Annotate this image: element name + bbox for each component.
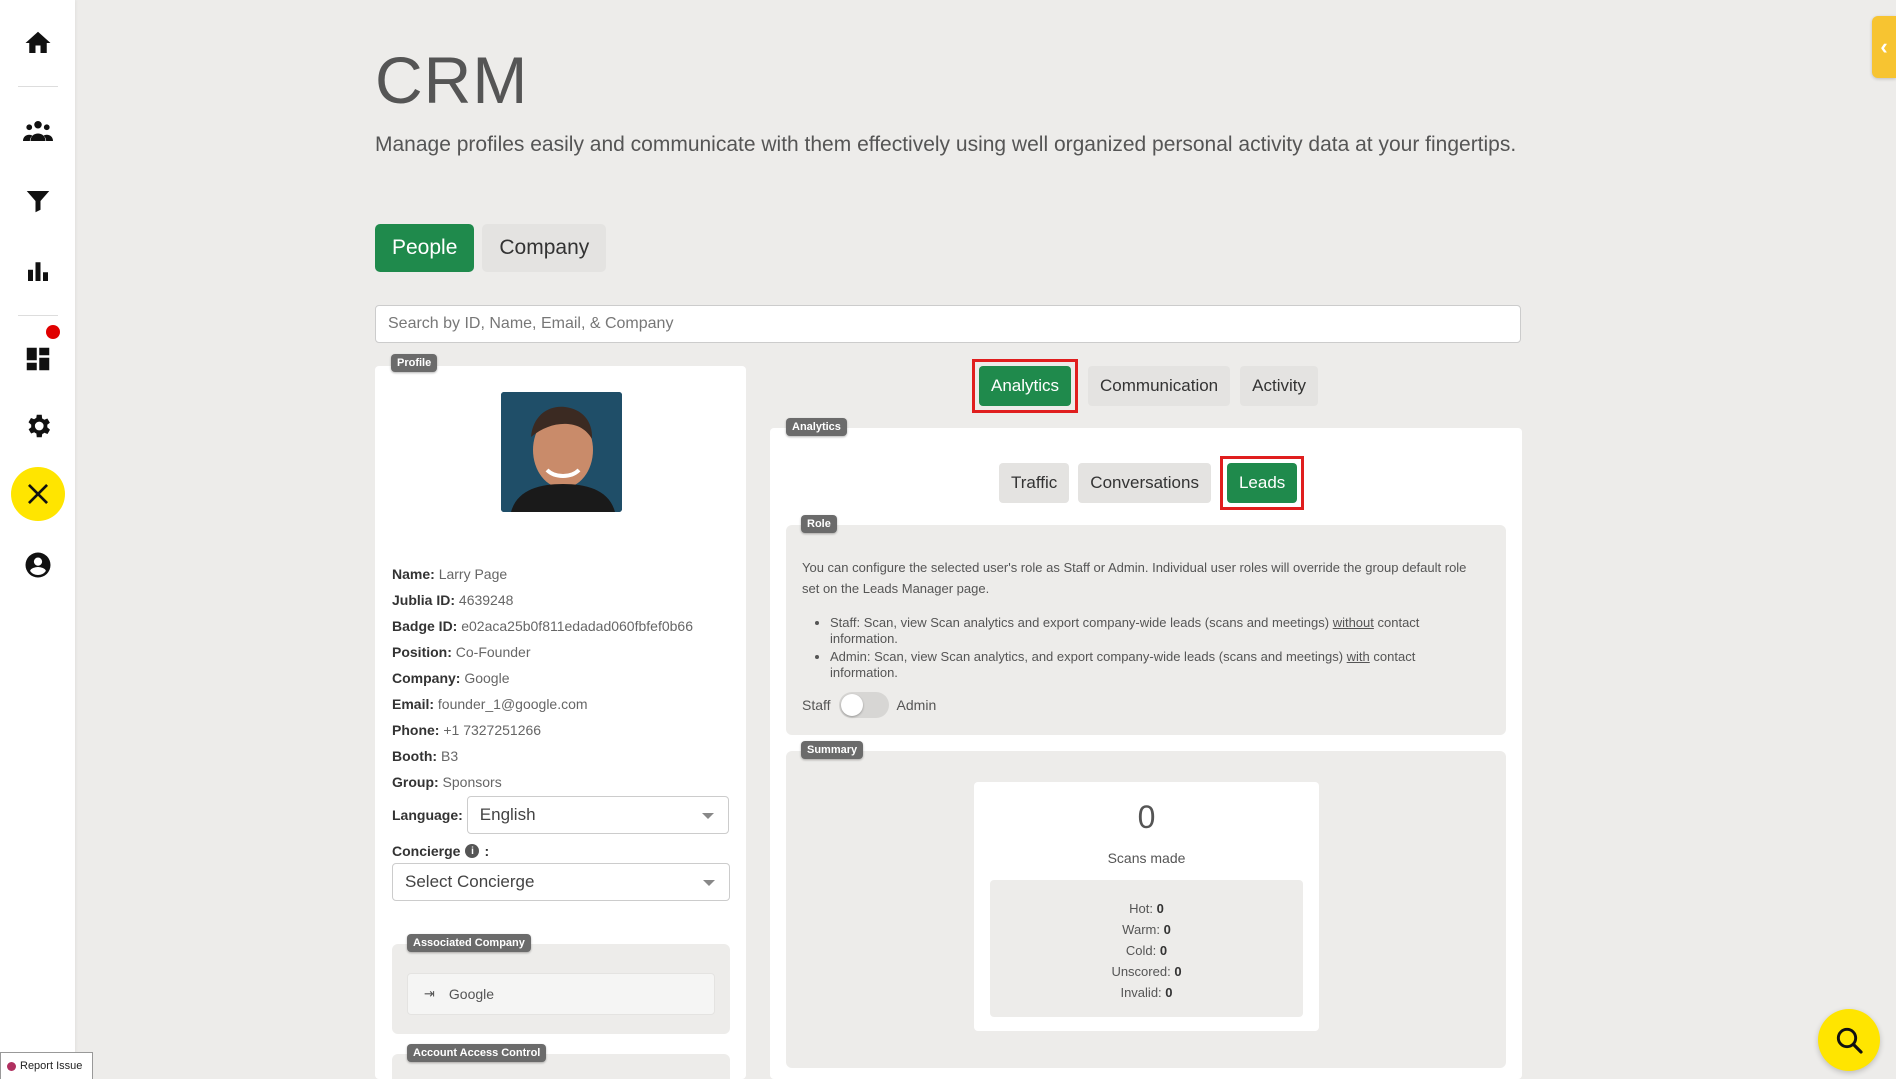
sidebar-divider: [18, 86, 58, 87]
tab-activity[interactable]: Activity: [1240, 366, 1318, 406]
notification-dot: [46, 325, 60, 339]
account-icon[interactable]: [11, 538, 65, 592]
filter-icon[interactable]: [11, 174, 65, 228]
profile-badge: Profile: [391, 354, 438, 372]
role-panel: Role You can configure the selected user…: [786, 515, 1506, 735]
role-item-staff: Staff: Scan, view Scan analytics and exp…: [830, 615, 1480, 647]
concierge-select[interactable]: Select Concierge: [392, 863, 730, 901]
profile-card: Profile Name: Larry Page Jublia ID: 4639…: [375, 354, 746, 1079]
profile-field-badge-id: Badge ID: e02aca25b0f811edadad060fbfef0b…: [392, 618, 693, 634]
sidebar: [0, 0, 75, 1079]
page-title: CRM: [375, 43, 529, 117]
bar-chart-icon[interactable]: [11, 244, 65, 298]
concierge-colon: :: [484, 843, 490, 859]
role-description: You can configure the selected user's ro…: [802, 560, 1467, 596]
main-tabs: People Company: [375, 224, 607, 272]
associated-company-panel: Associated Company ⇥ Google: [392, 934, 730, 1034]
concierge-label: Concierge: [392, 843, 461, 859]
report-issue-button[interactable]: Report Issue: [0, 1052, 94, 1079]
concierge-label-row: Concierge i :: [392, 843, 489, 859]
leads-tab-highlight: Leads: [1219, 456, 1305, 510]
score-unscored: Unscored: 0: [1111, 964, 1182, 979]
search-icon: [1836, 1027, 1863, 1054]
tab-communication[interactable]: Communication: [1088, 366, 1231, 406]
language-label: Language:: [392, 807, 463, 823]
analytics-badge: Analytics: [786, 418, 847, 436]
language-row: Language: English: [392, 796, 729, 834]
score-invalid: Invalid: 0: [1120, 985, 1173, 1000]
scans-label: Scans made: [1107, 850, 1186, 866]
analytics-card: Analytics Traffic Conversations Leads Ro…: [770, 418, 1522, 1079]
people-icon[interactable]: [11, 104, 65, 158]
tab-leads[interactable]: Leads: [1226, 463, 1298, 503]
lead-scores: Hot: 0 Warm: 0 Cold: 0 Unscored: 0 Inval…: [990, 880, 1303, 1017]
role-toggle[interactable]: [838, 692, 889, 718]
language-value: English: [479, 805, 536, 824]
profile-field-email: Email: founder_1@google.com: [392, 696, 588, 712]
account-access-panel: Account Access Control: [392, 1044, 730, 1079]
chevron-left-icon: ‹: [1880, 34, 1888, 59]
collapse-panel-tab[interactable]: ‹: [1872, 16, 1896, 78]
tools-icon[interactable]: [11, 467, 65, 521]
role-item-admin: Admin: Scan, view Scan analytics, and ex…: [830, 649, 1480, 681]
avatar: [501, 392, 622, 512]
toggle-label-admin: Admin: [896, 697, 937, 713]
language-select[interactable]: English: [466, 796, 729, 834]
chevron-down-icon: [701, 813, 714, 819]
tab-people[interactable]: People: [375, 224, 475, 272]
dashboard-icon[interactable]: [11, 332, 65, 386]
report-issue-label: Report Issue: [20, 1060, 83, 1072]
role-badge: Role: [801, 515, 837, 533]
info-icon[interactable]: i: [465, 844, 480, 858]
tab-traffic[interactable]: Traffic: [999, 463, 1070, 503]
score-cold: Cold: 0: [1125, 943, 1168, 958]
summary-badge: Summary: [801, 741, 864, 759]
toggle-knob: [840, 694, 863, 716]
analytics-tab-highlight: Analytics: [972, 359, 1079, 413]
summary-panel: Summary 0 Scans made Hot: 0 Warm: 0 Cold…: [786, 741, 1506, 1068]
profile-info: Name: Larry Page Jublia ID: 4639248 Badg…: [392, 561, 693, 795]
gear-icon[interactable]: [11, 399, 65, 453]
search-fab-button[interactable]: [1818, 1009, 1880, 1071]
search-input[interactable]: [375, 305, 1521, 343]
toggle-label-staff: Staff: [802, 697, 831, 713]
profile-field-group: Group: Sponsors: [392, 774, 502, 790]
account-access-badge: Account Access Control: [407, 1044, 547, 1062]
summary-box: 0 Scans made Hot: 0 Warm: 0 Cold: 0 Unsc…: [974, 782, 1319, 1031]
score-hot: Hot: 0: [1129, 901, 1164, 916]
associated-company-badge: Associated Company: [407, 934, 531, 952]
profile-field-phone: Phone: +1 7327251266: [392, 722, 542, 738]
associated-company-name: Google: [448, 986, 495, 1002]
scans-count: 0: [1137, 799, 1156, 835]
tab-conversations[interactable]: Conversations: [1078, 463, 1211, 503]
concierge-placeholder: Select Concierge: [405, 872, 535, 891]
chevron-down-icon: [703, 880, 715, 886]
score-warm: Warm: 0: [1122, 922, 1171, 937]
tab-analytics[interactable]: Analytics: [979, 366, 1072, 406]
page-subtitle: Manage profiles easily and communicate w…: [375, 133, 1517, 156]
analytics-sub-tabs: Traffic Conversations Leads: [999, 456, 1305, 510]
right-tabs: Analytics Communication Activity: [972, 359, 1318, 413]
sidebar-divider: [18, 315, 58, 316]
profile-field-position: Position: Co-Founder: [392, 644, 531, 660]
profile-field-booth: Booth: B3: [392, 748, 459, 764]
profile-field-company: Company: Google: [392, 670, 510, 686]
associated-company-link[interactable]: ⇥ Google: [407, 973, 715, 1015]
tab-company[interactable]: Company: [482, 224, 607, 272]
profile-field-name: Name: Larry Page: [392, 566, 508, 582]
role-toggle-row: Staff Admin: [802, 692, 936, 718]
profile-field-jublia-id: Jublia ID: 4639248: [392, 592, 514, 608]
login-icon: ⇥: [424, 986, 435, 1001]
home-icon[interactable]: [11, 16, 65, 70]
role-list: Staff: Scan, view Scan analytics and exp…: [830, 615, 1480, 683]
bug-icon: [7, 1061, 16, 1071]
